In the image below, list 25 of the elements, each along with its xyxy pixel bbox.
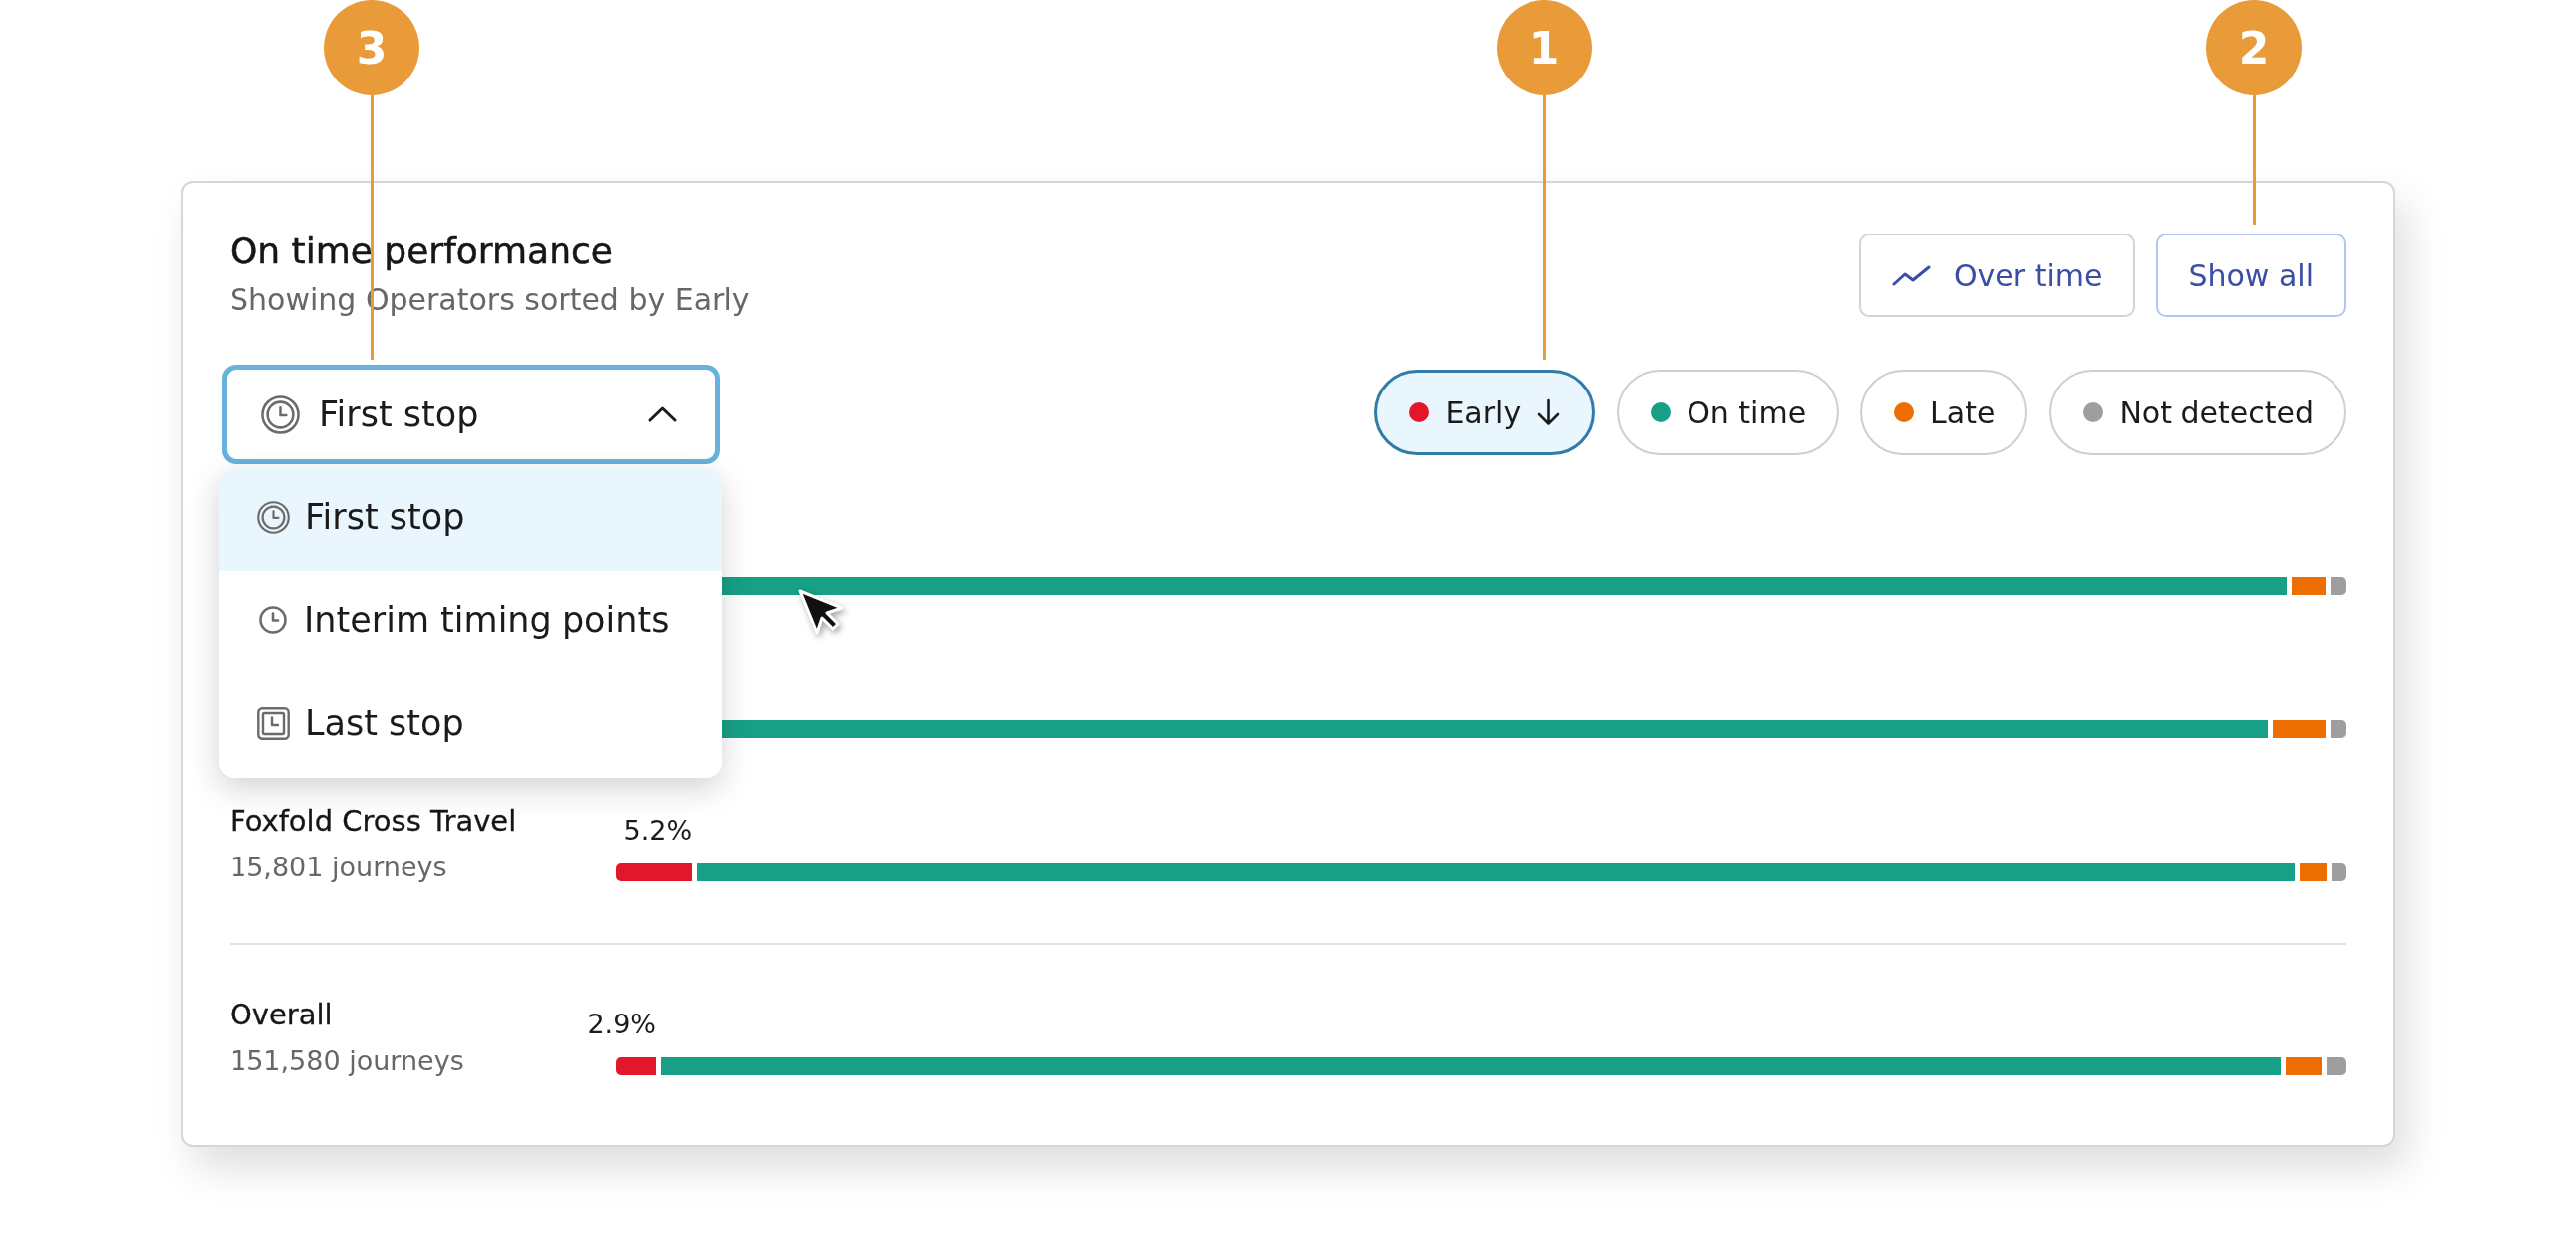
filter-chip[interactable]: Early (1374, 370, 1596, 455)
trend-line-icon (1891, 264, 1931, 286)
percent-label: 2.9% (587, 1008, 657, 1041)
journey-count: 151,580 journeys (230, 1044, 464, 1078)
menu-item[interactable]: Interim timing points (219, 571, 722, 675)
operator-name: Foxfold Cross Travel (230, 803, 517, 840)
card-title: On time performance (230, 230, 614, 273)
callout-badge: 1 (1497, 0, 1592, 95)
callout-badge: 2 (2206, 0, 2302, 95)
double-ring-clock-icon (257, 500, 290, 534)
menu-item[interactable]: Last stop (219, 675, 722, 778)
double-ring-clock-icon (261, 394, 300, 434)
filter-chip[interactable]: On time (1617, 370, 1840, 455)
text-button[interactable]: Show all (2156, 234, 2346, 317)
filter-chip[interactable]: Late (1860, 370, 2028, 455)
journey-count: 15,801 journeys (230, 851, 447, 884)
clock-icon (259, 606, 287, 634)
callout-badge: 3 (324, 0, 419, 95)
stop-select[interactable]: First stop (222, 365, 720, 464)
filter-chip[interactable]: Not detected (2049, 370, 2346, 455)
trend-view-button[interactable]: Over time (1858, 234, 2136, 317)
operator-name: Overall (230, 997, 333, 1033)
percent-label: 5.2% (623, 814, 693, 848)
square-clock-icon (257, 706, 290, 740)
menu-item[interactable]: First stop (219, 468, 722, 571)
